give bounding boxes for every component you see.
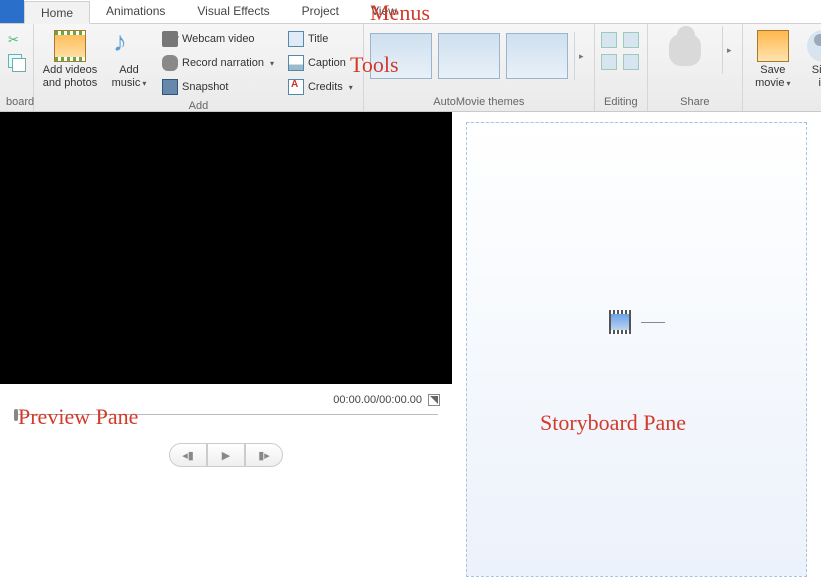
play-button[interactable]: ▶ <box>207 443 245 467</box>
ribbon: board Add videos and photos Add music▾ W… <box>0 24 821 112</box>
storyboard-placeholder <box>609 312 665 332</box>
record-narration-button[interactable]: Record narration▾ <box>158 52 278 74</box>
preview-pane: 00:00.00/00:00.00 ◂▮ ▶ ▮▸ <box>0 112 452 587</box>
next-frame-button[interactable]: ▮▸ <box>245 443 283 467</box>
sign-in-button[interactable]: Sign in <box>803 26 821 89</box>
save-movie-icon <box>757 30 789 62</box>
automovie-thumbs: ▸ <box>370 26 588 80</box>
group-share-label: Share <box>654 94 736 111</box>
caption-icon <box>288 55 304 71</box>
storyboard-pane <box>452 112 821 587</box>
snapshot-button[interactable]: Snapshot <box>158 76 278 98</box>
cut-icon[interactable] <box>8 32 22 48</box>
user-icon <box>807 30 821 62</box>
copy-icon[interactable] <box>8 54 22 68</box>
title-button[interactable]: Title <box>284 28 357 50</box>
music-note-icon <box>113 30 145 62</box>
select-all-icon[interactable] <box>623 54 639 70</box>
storyboard-drop-area[interactable] <box>466 122 807 577</box>
group-automovie-label: AutoMovie themes <box>370 94 588 111</box>
add-videos-button[interactable]: Add videos and photos <box>40 26 100 89</box>
tab-visual-effects[interactable]: Visual Effects <box>181 0 285 23</box>
add-music-button[interactable]: Add music▾ <box>106 26 152 89</box>
tab-animations[interactable]: Animations <box>90 0 181 23</box>
rotate-left-icon[interactable] <box>601 32 617 48</box>
automovie-theme-3[interactable] <box>506 33 568 79</box>
film-clip-icon <box>609 312 631 332</box>
microphone-icon <box>162 55 178 71</box>
tab-project[interactable]: Project <box>286 0 355 23</box>
preview-time: 00:00.00/00:00.00 <box>333 394 422 406</box>
share-cloud-button[interactable] <box>654 26 716 66</box>
fullscreen-icon[interactable] <box>428 394 440 406</box>
menu-tabs: Home Animations Visual Effects Project V… <box>0 0 821 24</box>
dash-icon <box>641 322 665 323</box>
tab-home[interactable]: Home <box>24 1 90 24</box>
webcam-video-button[interactable]: Webcam video <box>158 28 278 50</box>
workspace: 00:00.00/00:00.00 ◂▮ ▶ ▮▸ <box>0 112 821 587</box>
file-tab[interactable] <box>0 0 24 23</box>
preview-seek-slider[interactable] <box>14 414 438 415</box>
prev-frame-button[interactable]: ◂▮ <box>169 443 207 467</box>
credits-icon <box>288 79 304 95</box>
credits-button[interactable]: Credits▾ <box>284 76 357 98</box>
playback-controls: ◂▮ ▶ ▮▸ <box>0 443 452 467</box>
delete-icon[interactable] <box>623 32 639 48</box>
preview-video[interactable] <box>0 112 452 384</box>
film-icon <box>54 30 86 62</box>
webcam-icon <box>162 31 178 47</box>
title-icon <box>288 31 304 47</box>
automovie-theme-2[interactable] <box>438 33 500 79</box>
automovie-more[interactable]: ▸ <box>574 32 588 80</box>
tab-view[interactable]: View <box>355 0 413 23</box>
snapshot-icon <box>162 79 178 95</box>
caption-button[interactable]: Caption <box>284 52 357 74</box>
rotate-right-icon[interactable] <box>601 54 617 70</box>
group-editing-label: Editing <box>601 94 641 111</box>
cloud-icon <box>669 34 701 66</box>
group-clipboard-label: board <box>6 94 27 111</box>
share-more[interactable]: ▸ <box>722 26 736 74</box>
save-movie-button[interactable]: Save movie▾ <box>749 26 797 89</box>
automovie-theme-1[interactable] <box>370 33 432 79</box>
